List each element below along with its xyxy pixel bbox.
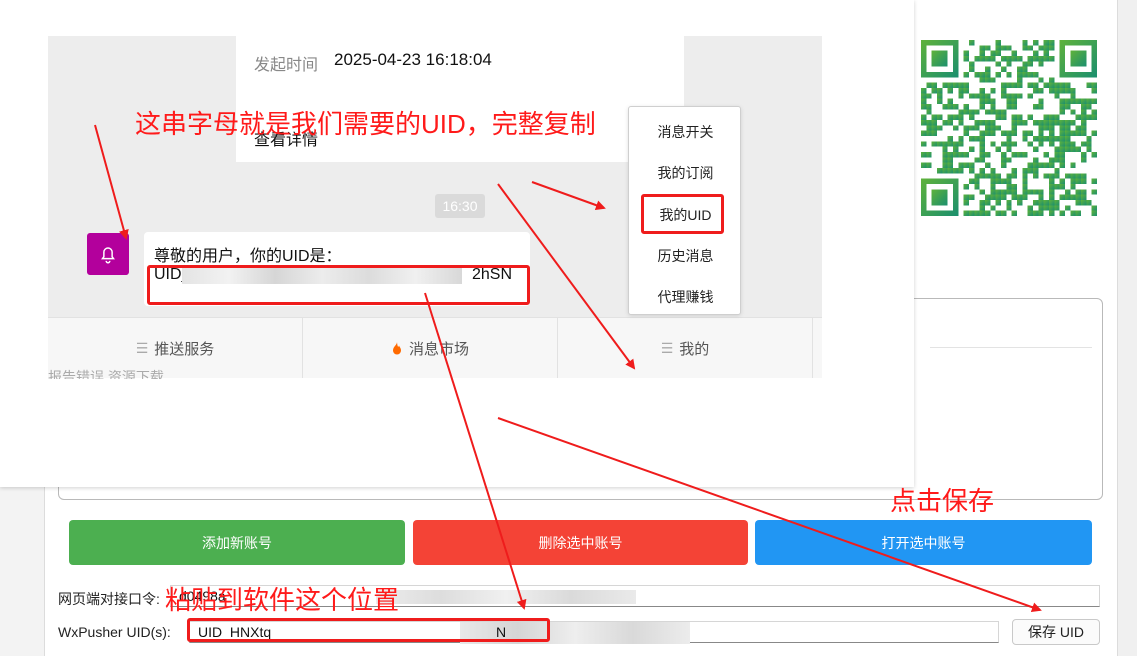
- open-account-button[interactable]: 打开选中账号: [755, 520, 1092, 565]
- message-card: 发起时间 2025-04-23 16:18:04 查看详情: [236, 36, 684, 162]
- add-account-button[interactable]: 添加新账号: [69, 520, 405, 565]
- menu-item-agent-earn[interactable]: 代理赚钱: [629, 287, 742, 307]
- qr-code: [921, 40, 1097, 216]
- delete-account-button[interactable]: 删除选中账号: [413, 520, 748, 565]
- fire-icon: [392, 341, 401, 354]
- screenshot-stage: 添加新账号 删除选中账号 打开选中账号 网页端对接口令: d0498a WxPu…: [0, 0, 1137, 656]
- cut-off-text: 报告错误 资源下载: [48, 369, 164, 379]
- highlight-my-uid: [641, 194, 724, 234]
- save-uid-button[interactable]: 保存 UID: [1012, 619, 1100, 645]
- wechat-screenshot-overlay: 发起时间 2025-04-23 16:18:04 查看详情 16:30 尊敬的用…: [0, 0, 914, 487]
- annotation-click-save: 点击保存: [890, 486, 995, 516]
- tab-message-market[interactable]: 消息市场: [303, 318, 558, 378]
- card-time-value: 2025-04-23 16:18:04: [334, 50, 492, 69]
- window-edge: [1118, 0, 1137, 656]
- tab-label: 消息市场: [408, 341, 469, 358]
- tab-label: 推送服务: [154, 341, 215, 358]
- bell-icon: [101, 247, 115, 264]
- message-greeting: 尊敬的用户，你的UID是：: [154, 248, 342, 265]
- card-time-label: 发起时间: [254, 57, 319, 74]
- highlight-uid-input: [187, 618, 550, 642]
- uid-label: WxPusher UID(s):: [58, 624, 171, 640]
- tab-mine[interactable]: ☰ 我的: [558, 318, 813, 378]
- bell-avatar: [87, 233, 129, 275]
- menu-icon: ☰: [660, 340, 674, 356]
- tab-label: 我的: [679, 341, 710, 358]
- time-badge: 16:30: [435, 194, 485, 218]
- annotation-copy-uid: 这串字母就是我们需要的UID，完整复制: [135, 109, 596, 139]
- highlight-uid-text: [147, 265, 530, 305]
- api-token-label: 网页端对接口令:: [58, 591, 160, 607]
- menu-item-message-switch[interactable]: 消息开关: [629, 122, 742, 142]
- redaction-blur: [376, 590, 636, 604]
- annotation-paste-here: 粘贴到软件这个位置: [165, 585, 400, 615]
- menu-item-my-subscriptions[interactable]: 我的订阅: [629, 163, 742, 183]
- wechat-bottom-tabs: ☰ 推送服务 消息市场 ☰ 我的: [48, 317, 822, 378]
- menu-item-history[interactable]: 历史消息: [629, 246, 742, 266]
- divider: [930, 347, 1092, 348]
- menu-icon: ☰: [135, 340, 149, 356]
